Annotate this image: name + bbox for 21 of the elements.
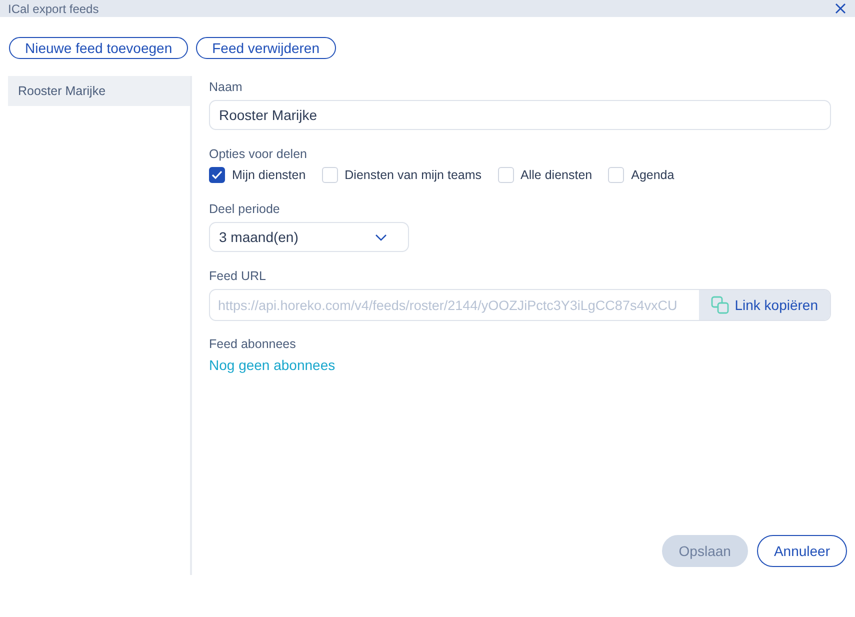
field-label: Naam [209,80,244,94]
sidebar-item[interactable]: Rooster Marijke [8,76,190,106]
window-title: ICal export feeds [8,2,99,16]
cancel-button[interactable]: Annuleer [756,535,847,567]
chevron-down-icon [375,234,387,240]
field-label: Deel periode [209,202,281,216]
period-dropdown[interactable]: 3 maand(en) [209,222,409,252]
checkbox-label: Agenda [631,168,674,182]
checkbox-label: Alle diensten [520,168,592,182]
field-label: Feed abonnees [209,337,297,351]
name-field[interactable]: Rooster Marijke [209,100,831,130]
checkbox-label: Mijn diensten [232,168,306,182]
field-label: Opties voor delen [209,147,308,161]
checkbox-label: Diensten van mijn teams [344,168,482,182]
toolbar-button[interactable]: Nieuwe feed toevoegen [9,37,188,59]
checkmark-icon [211,170,223,180]
field-label: Feed URL [209,269,267,283]
close-icon[interactable] [835,3,846,14]
toolbar-button[interactable]: Feed verwijderen [196,37,336,59]
checkbox[interactable] [209,167,225,183]
empty-message: Nog geen abonnees [209,357,336,373]
